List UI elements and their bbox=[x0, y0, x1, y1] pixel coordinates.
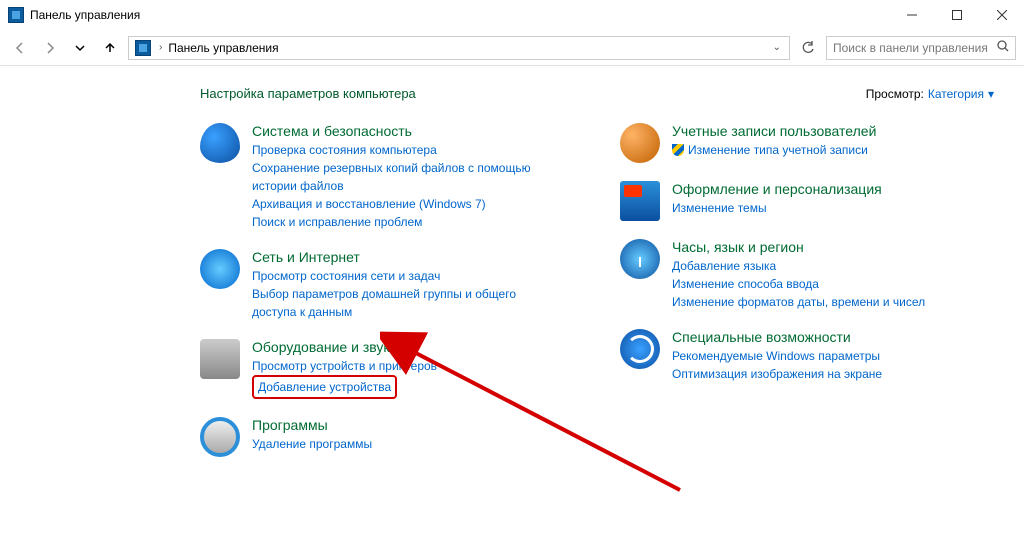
control-panel-icon bbox=[135, 40, 151, 56]
category-title[interactable]: Оборудование и звук bbox=[252, 339, 560, 355]
link-optimize-display[interactable]: Оптимизация изображения на экране bbox=[672, 365, 980, 383]
address-bar[interactable]: › Панель управления ⌄ bbox=[128, 36, 790, 60]
category-title[interactable]: Часы, язык и регион bbox=[672, 239, 980, 255]
personalization-icon bbox=[620, 181, 660, 221]
page-title: Настройка параметров компьютера bbox=[200, 86, 416, 101]
category-ease-of-access: Специальные возможности Рекомендуемые Wi… bbox=[620, 329, 980, 383]
category-system-security: Система и безопасность Проверка состояни… bbox=[200, 123, 560, 231]
category-programs: Программы Удаление программы bbox=[200, 417, 560, 457]
category-user-accounts: Учетные записи пользователей Изменение т… bbox=[620, 123, 980, 163]
link-add-language[interactable]: Добавление языка bbox=[672, 257, 980, 275]
category-title[interactable]: Сеть и Интернет bbox=[252, 249, 560, 265]
printer-icon bbox=[200, 339, 240, 379]
window-caption-buttons bbox=[889, 0, 1024, 30]
link-add-device[interactable]: Добавление устройства bbox=[258, 380, 391, 394]
search-icon bbox=[997, 40, 1009, 55]
recent-locations-button[interactable] bbox=[68, 36, 92, 60]
up-button[interactable] bbox=[98, 36, 122, 60]
window-titlebar: Панель управления bbox=[0, 0, 1024, 30]
category-network-internet: Сеть и Интернет Просмотр состояния сети … bbox=[200, 249, 560, 321]
category-title[interactable]: Оформление и персонализация bbox=[672, 181, 980, 197]
minimize-button[interactable] bbox=[889, 0, 934, 30]
link-view-devices-printers[interactable]: Просмотр устройств и принтеров bbox=[252, 357, 560, 375]
search-placeholder: Поиск в панели управления bbox=[833, 41, 997, 55]
dropdown-icon[interactable]: ▾ bbox=[988, 87, 994, 101]
category-column-right: Учетные записи пользователей Изменение т… bbox=[620, 123, 980, 475]
category-title[interactable]: Специальные возможности bbox=[672, 329, 980, 345]
globe-icon bbox=[200, 249, 240, 289]
refresh-button[interactable] bbox=[796, 36, 820, 60]
navigation-toolbar: › Панель управления ⌄ Поиск в панели упр… bbox=[0, 30, 1024, 66]
category-clock-language-region: Часы, язык и регион Добавление языка Изм… bbox=[620, 239, 980, 311]
close-button[interactable] bbox=[979, 0, 1024, 30]
category-appearance-personalization: Оформление и персонализация Изменение те… bbox=[620, 181, 980, 221]
programs-icon bbox=[200, 417, 240, 457]
view-by-value[interactable]: Категория bbox=[928, 87, 984, 101]
link-change-input-method[interactable]: Изменение способа ввода bbox=[672, 275, 980, 293]
link-backup-restore-win7[interactable]: Архивация и восстановление (Windows 7) bbox=[252, 195, 560, 213]
annotation-highlight: Добавление устройства bbox=[252, 375, 397, 399]
window-title: Панель управления bbox=[30, 8, 140, 22]
link-change-theme[interactable]: Изменение темы bbox=[672, 199, 980, 217]
control-panel-icon bbox=[8, 7, 24, 23]
link-homegroup-sharing[interactable]: Выбор параметров домашней группы и общег… bbox=[252, 285, 560, 321]
back-button[interactable] bbox=[8, 36, 32, 60]
category-title[interactable]: Система и безопасность bbox=[252, 123, 560, 139]
link-troubleshoot[interactable]: Поиск и исправление проблем bbox=[252, 213, 560, 231]
accessibility-icon bbox=[620, 329, 660, 369]
category-title[interactable]: Программы bbox=[252, 417, 560, 433]
link-recommended-settings[interactable]: Рекомендуемые Windows параметры bbox=[672, 347, 980, 365]
view-by-label: Просмотр: bbox=[866, 87, 924, 101]
link-view-network-status[interactable]: Просмотр состояния сети и задач bbox=[252, 267, 560, 285]
shield-icon bbox=[200, 123, 240, 163]
maximize-button[interactable] bbox=[934, 0, 979, 30]
search-input[interactable]: Поиск в панели управления bbox=[826, 36, 1016, 60]
link-uninstall-program[interactable]: Удаление программы bbox=[252, 435, 560, 453]
users-icon bbox=[620, 123, 660, 163]
link-change-account-type[interactable]: Изменение типа учетной записи bbox=[672, 141, 980, 159]
content-area: Настройка параметров компьютера Просмотр… bbox=[0, 66, 1024, 495]
category-title[interactable]: Учетные записи пользователей bbox=[672, 123, 980, 139]
link-check-computer-status[interactable]: Проверка состояния компьютера bbox=[252, 141, 560, 159]
category-hardware-sound: Оборудование и звук Просмотр устройств и… bbox=[200, 339, 560, 399]
chevron-right-icon[interactable]: › bbox=[155, 42, 166, 53]
link-file-history-backup[interactable]: Сохранение резервных копий файлов с помо… bbox=[252, 159, 560, 195]
view-by-selector: Просмотр: Категория ▾ bbox=[866, 87, 994, 101]
category-column-left: Система и безопасность Проверка состояни… bbox=[200, 123, 560, 475]
link-change-date-formats[interactable]: Изменение форматов даты, времени и чисел bbox=[672, 293, 980, 311]
breadcrumb-item[interactable]: Панель управления bbox=[166, 41, 280, 55]
address-dropdown-icon[interactable]: ⌄ bbox=[767, 42, 787, 53]
clock-icon bbox=[620, 239, 660, 279]
forward-button[interactable] bbox=[38, 36, 62, 60]
